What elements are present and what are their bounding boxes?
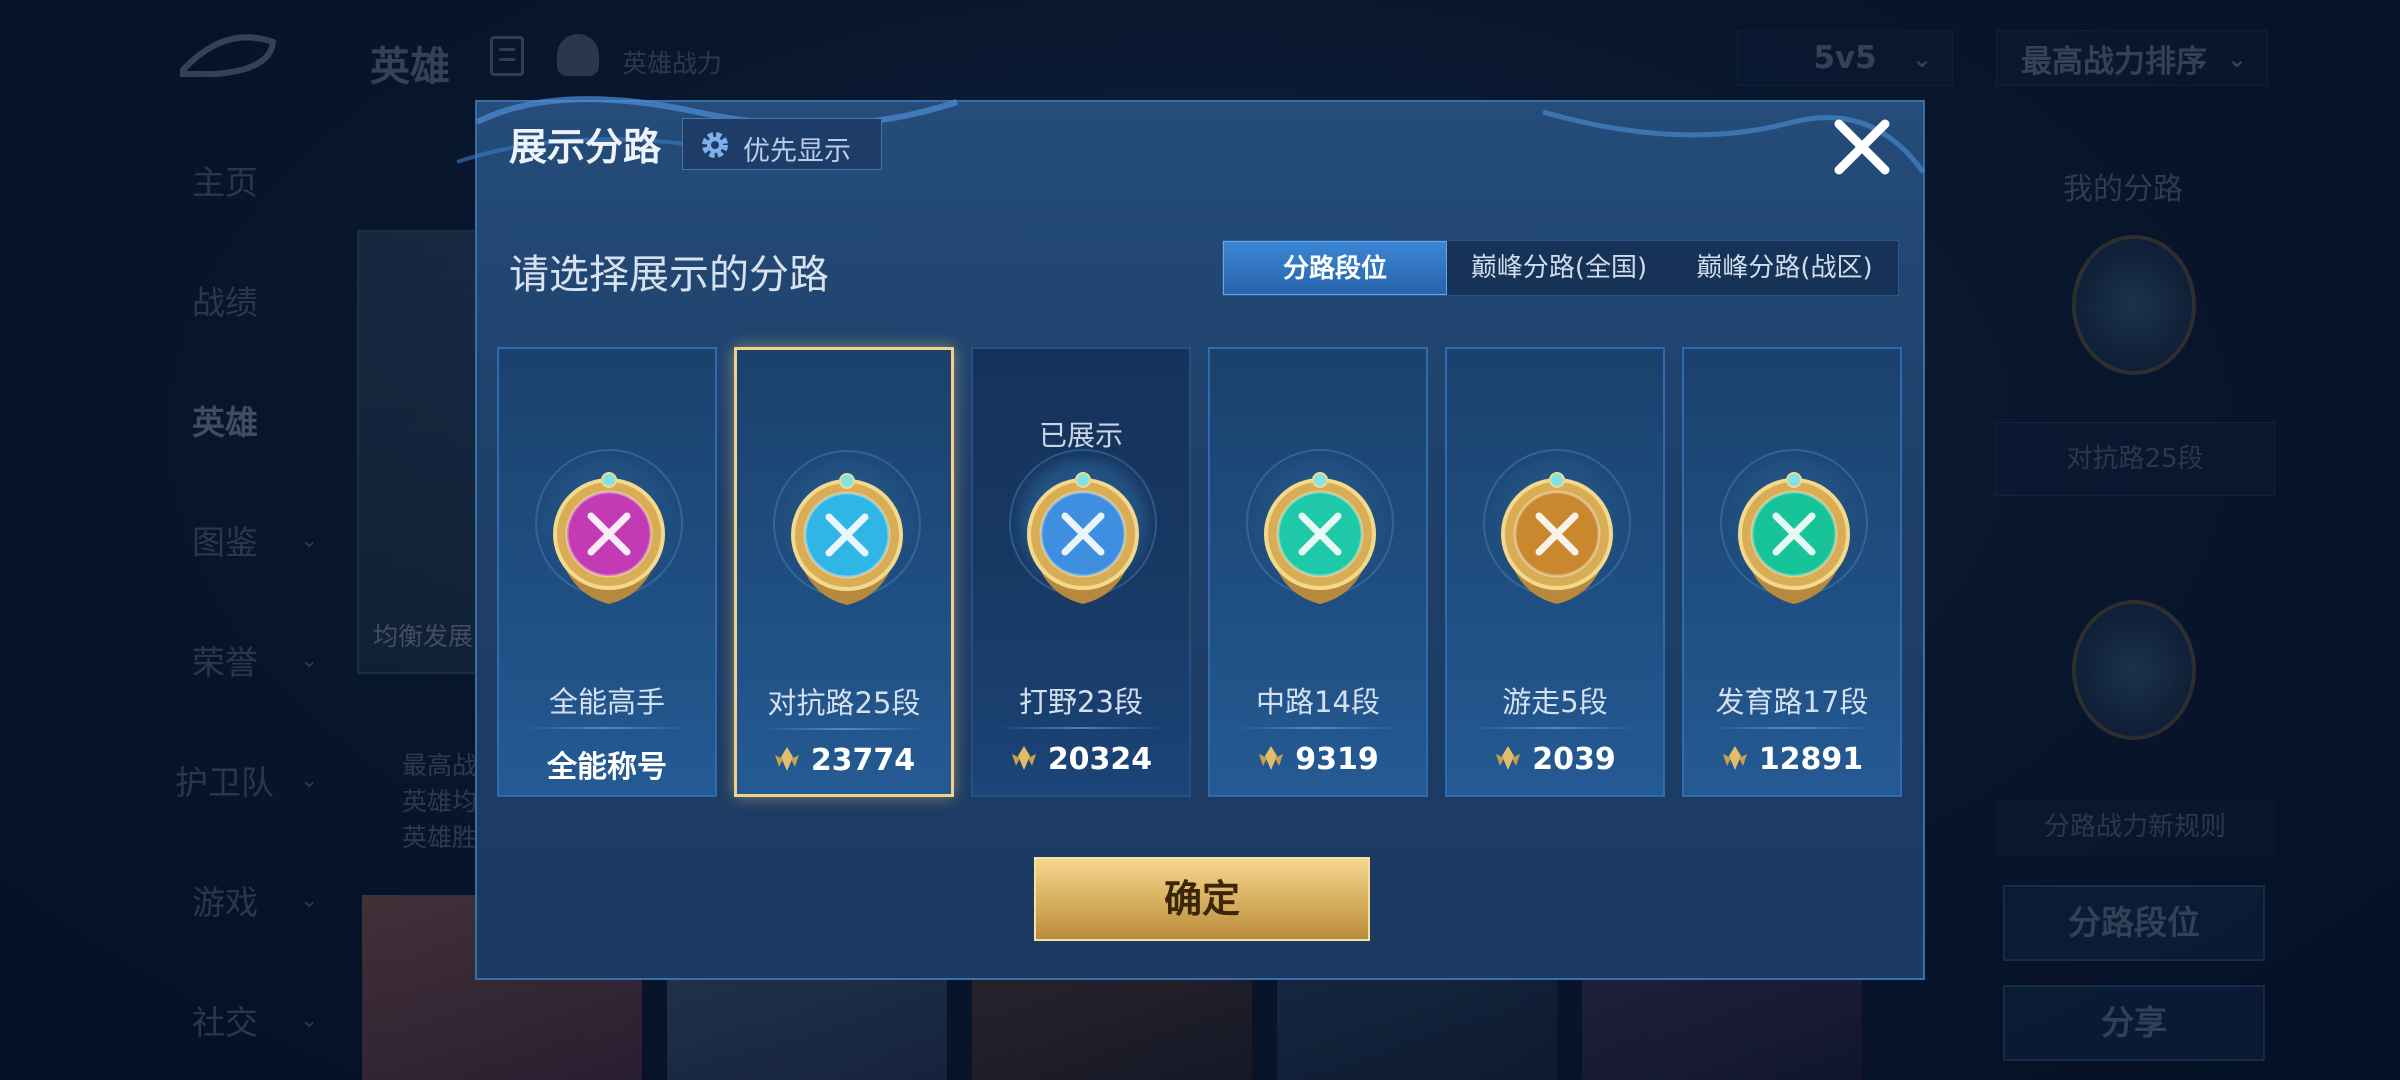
tab-lane-rank[interactable]: 分路段位 (1223, 241, 1447, 295)
card-divider (1471, 727, 1639, 729)
lane-display-dialog: 展示分路 优先显示 请选择展示的分路 分路段位 巅峰分路(全国) 巅峰分路(战区… (456, 96, 1926, 980)
dialog-header: 展示分路 优先显示 (477, 102, 1923, 182)
card-divider (523, 727, 691, 729)
lane-power-text: 20324 (1047, 742, 1153, 777)
card-divider (1708, 727, 1876, 729)
farm-lane-emblem-icon (1738, 472, 1850, 604)
close-icon[interactable] (1829, 114, 1895, 180)
gear-icon (702, 132, 728, 158)
dialog-title: 展示分路 (509, 125, 662, 169)
lane-name: 打野23段 (1019, 685, 1143, 719)
confirm-button[interactable]: 确定 (1034, 857, 1370, 941)
lane-tabs: 分路段位 巅峰分路(全国) 巅峰分路(战区) (1222, 240, 1899, 296)
power-icon (1722, 746, 1747, 770)
power-icon (1259, 746, 1284, 770)
lane-name: 中路14段 (1256, 685, 1380, 719)
lane-card-row: 全能高手 全能称号 对抗路25段 23774 已展示 打野23段 20324 中路14段 931… (497, 347, 1907, 797)
lane-power-text: 2039 (1532, 742, 1616, 777)
dialog-prompt: 请选择展示的分路 (509, 252, 829, 298)
lane-power-value: 全能称号 (499, 742, 715, 786)
lane-name: 游走5段 (1502, 685, 1608, 719)
card-divider (997, 727, 1165, 729)
lane-card[interactable]: 全能高手 全能称号 (497, 347, 717, 797)
card-divider (1234, 727, 1402, 729)
lane-power-value: 9319 (1210, 742, 1426, 777)
lane-power-value: 20324 (973, 742, 1189, 777)
lane-card[interactable]: 已展示打野23段 20324 (971, 347, 1191, 797)
displayed-status: 已展示 (1038, 419, 1123, 452)
lane-power-value: 23774 (737, 743, 951, 778)
lane-power-value: 2039 (1447, 742, 1663, 777)
lane-name: 全能高手 (548, 685, 665, 719)
lane-card[interactable]: 对抗路25段 23774 (734, 347, 954, 797)
lane-power-text: 全能称号 (547, 750, 667, 785)
power-icon (1496, 746, 1521, 770)
card-divider (761, 728, 927, 730)
priority-display-label: 优先显示 (743, 136, 851, 167)
lane-card[interactable]: 发育路17段 12891 (1682, 347, 1902, 797)
power-icon (1011, 746, 1036, 770)
all-round-emblem-icon (553, 472, 665, 604)
power-icon (774, 747, 799, 771)
roam-emblem-icon (1501, 472, 1613, 604)
priority-display-button[interactable]: 优先显示 (682, 118, 882, 170)
lane-name: 对抗路25段 (767, 686, 921, 720)
lane-name: 发育路17段 (1715, 685, 1869, 719)
tab-peak-national[interactable]: 巅峰分路(全国) (1447, 241, 1671, 295)
mid-lane-emblem-icon (1264, 472, 1376, 604)
lane-card[interactable]: 游走5段 2039 (1445, 347, 1665, 797)
lane-power-text: 9319 (1295, 742, 1379, 777)
tab-peak-region[interactable]: 巅峰分路(战区) (1671, 241, 1898, 295)
lane-power-text: 23774 (810, 743, 916, 778)
jungle-emblem-icon (1027, 472, 1139, 604)
lane-power-text: 12891 (1758, 742, 1864, 777)
lane-power-value: 12891 (1684, 742, 1900, 777)
clash-lane-emblem-icon (791, 473, 903, 605)
lane-card[interactable]: 中路14段 9319 (1208, 347, 1428, 797)
